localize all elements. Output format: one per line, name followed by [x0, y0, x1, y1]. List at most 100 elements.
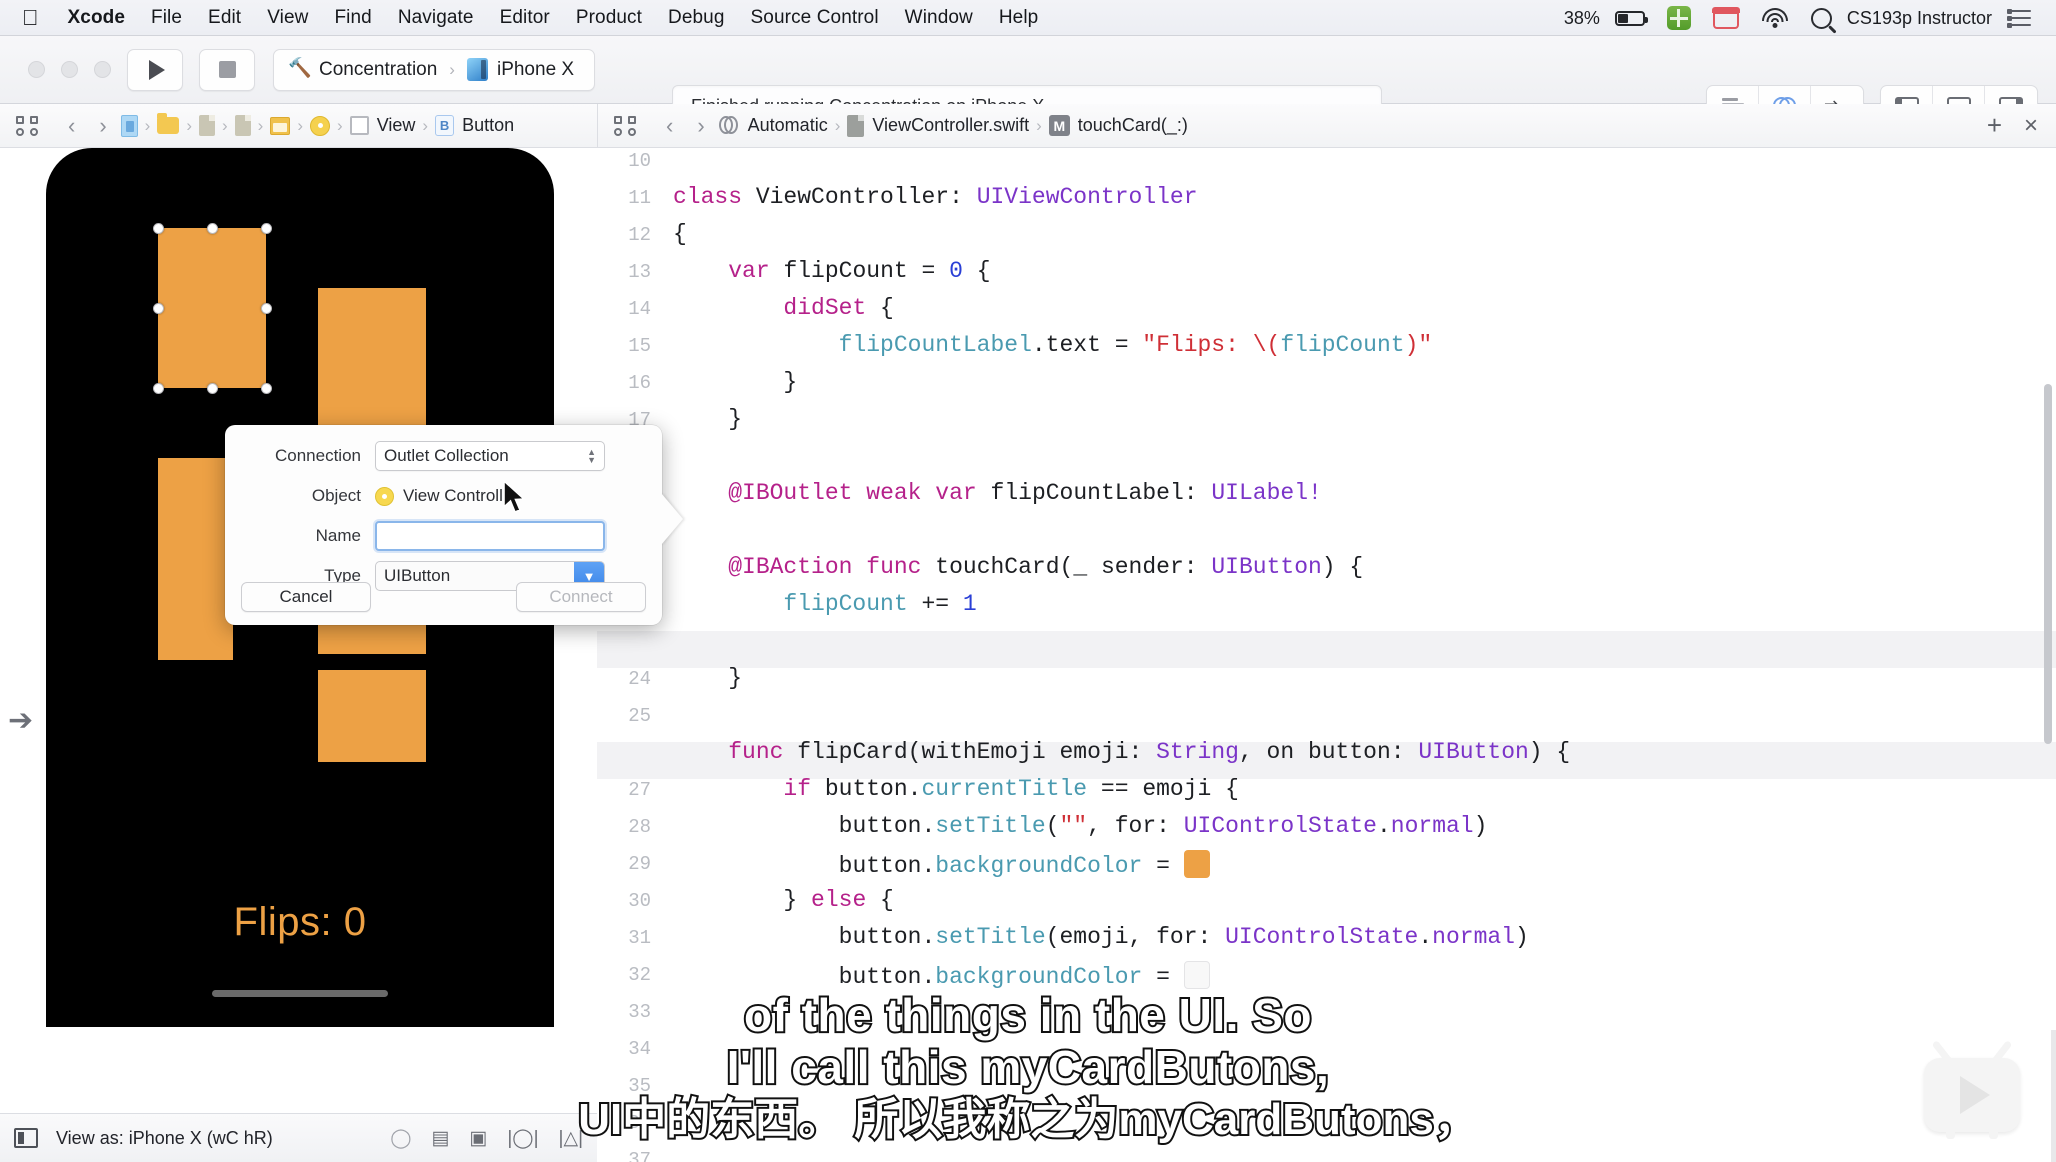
breadcrumb-button-label: Button [462, 115, 515, 135]
menu-item-help[interactable]: Help [986, 7, 1051, 29]
apple-menu-icon[interactable]:  [22, 6, 39, 29]
control-center-icon[interactable] [1996, 0, 2042, 36]
play-icon [148, 59, 165, 80]
toggle-document-outline-icon[interactable] [14, 1128, 38, 1148]
breadcrumb-file-1[interactable] [197, 115, 217, 136]
stepper-arrows-icon[interactable]: ▲ ▼ [587, 448, 596, 465]
view-as-label[interactable]: View as: iPhone X (wC hR) [56, 1128, 273, 1149]
play-triangle-icon [1960, 1076, 1990, 1114]
line-number: 29 [628, 853, 651, 875]
resolve-issues-icon[interactable]: |△| [559, 1127, 583, 1150]
connection-select-value: Outlet Collection [384, 446, 509, 465]
connection-select[interactable]: Outlet Collection ▲ ▼ [375, 441, 605, 471]
selection-handle[interactable] [206, 382, 218, 394]
zoom-window-button[interactable] [94, 61, 111, 78]
battery-icon[interactable] [1604, 0, 1656, 36]
close-editor-button[interactable]: × [2024, 112, 2038, 140]
code-line-27: if button.currentTitle == emoji { [783, 776, 1239, 802]
breadcrumb-separator-icon: › [222, 115, 228, 135]
breadcrumb-folder[interactable] [155, 113, 181, 134]
code-line-28: button.setTitle("", for: UIControlState.… [838, 813, 1488, 839]
name-label: Name [315, 526, 361, 545]
menu-item-product[interactable]: Product [563, 7, 655, 29]
breadcrumb-storyboard[interactable] [268, 116, 292, 135]
code-line-24: } [728, 665, 743, 691]
minimize-window-button[interactable] [61, 61, 78, 78]
cancel-button[interactable]: Cancel [241, 582, 371, 612]
menu-item-window[interactable]: Window [892, 7, 986, 29]
card-button-3[interactable] [158, 458, 233, 660]
selection-handle[interactable] [206, 222, 218, 234]
close-window-button[interactable] [28, 61, 45, 78]
menu-item-source-control[interactable]: Source Control [738, 7, 892, 29]
forward-button[interactable]: › [87, 113, 118, 139]
name-input[interactable] [375, 521, 605, 551]
breadcrumb-button[interactable]: B Button [433, 115, 516, 136]
code-line-26: func flipCard(withEmoji emoji: String, o… [728, 739, 1571, 765]
editor-scrollbar[interactable] [2044, 384, 2052, 744]
breadcrumb-view[interactable]: View [348, 115, 418, 136]
menu-item-xcode[interactable]: Xcode [55, 7, 139, 29]
code-line-14: didSet { [783, 295, 894, 321]
breadcrumb-automatic[interactable]: Automatic [717, 115, 830, 136]
breadcrumb-file-2[interactable] [233, 115, 253, 136]
object-value[interactable]: View Controller [375, 486, 518, 506]
spotlight-search-icon[interactable] [1800, 0, 1843, 36]
menu-item-editor[interactable]: Editor [487, 7, 563, 29]
color-literal-swatch[interactable] [1183, 850, 1210, 878]
selection-handle[interactable] [260, 302, 272, 314]
selection-handle[interactable] [152, 382, 164, 394]
breadcrumb-separator-icon: › [422, 115, 429, 135]
scheme-selector[interactable]: 🔨 Concentration › iPhone X [273, 48, 596, 91]
line-number: 15 [628, 335, 651, 357]
wifi-icon[interactable] [1750, 0, 1800, 36]
reveal-navigator-arrow-icon[interactable]: ➔ [8, 703, 33, 738]
breadcrumb-automatic-label: Automatic [747, 115, 828, 135]
code-line-13: var flipCount = 0 { [728, 258, 991, 284]
code-line-15: flipCountLabel.text = "Flips: \(flipCoun… [838, 332, 1433, 358]
view-controller-icon [375, 486, 394, 506]
stop-button[interactable] [199, 48, 255, 91]
menu-bar-user-label[interactable]: CS193p Instructor [1843, 8, 1996, 29]
code-text[interactable]: class ViewController: UIViewController {… [659, 148, 2056, 1162]
related-items-icon[interactable] [614, 115, 636, 136]
back-button[interactable]: ‹ [56, 113, 87, 139]
automatic-icon [718, 115, 740, 136]
right-edge-strip [2051, 1030, 2056, 1162]
selection-handle[interactable] [260, 382, 272, 394]
back-button[interactable]: ‹ [654, 113, 685, 139]
breadcrumb-method[interactable]: M touchCard(_:) [1047, 115, 1190, 136]
selection-handle[interactable] [152, 302, 164, 314]
evernote-icon[interactable] [1656, 0, 1702, 36]
code-line-12: { [673, 221, 687, 247]
card-button-1[interactable] [158, 228, 266, 388]
menu-item-find[interactable]: Find [321, 7, 384, 29]
selection-handle[interactable] [260, 222, 272, 234]
breadcrumb-method-label: touchCard(_:) [1077, 115, 1188, 135]
breadcrumb-project[interactable] [119, 114, 140, 137]
folder-icon [157, 113, 180, 134]
update-frames-icon[interactable]: ◯ [390, 1127, 411, 1150]
embed-in-icon[interactable]: ▤ [431, 1127, 449, 1150]
run-button[interactable] [127, 48, 183, 91]
forward-button[interactable]: › [685, 113, 716, 139]
align-icon[interactable]: ▣ [469, 1127, 487, 1150]
red-app-icon[interactable] [1702, 0, 1750, 36]
source-code-editor[interactable]: 10 11 12 13 14 15 16 17 18 19 20 21 22 2… [597, 148, 2056, 1162]
connection-popover[interactable]: Connection Outlet Collection ▲ ▼ Object V… [225, 425, 662, 625]
related-items-icon[interactable] [16, 115, 38, 136]
menu-item-debug[interactable]: Debug [655, 7, 738, 29]
card-button-4[interactable] [318, 670, 426, 762]
menu-item-edit[interactable]: Edit [195, 7, 254, 29]
connection-label: Connection [274, 446, 361, 465]
menu-item-navigate[interactable]: Navigate [385, 7, 487, 29]
selection-handle[interactable] [152, 222, 164, 234]
menu-item-view[interactable]: View [254, 7, 321, 29]
line-number: 27 [628, 779, 651, 801]
pin-icon[interactable]: |◯| [507, 1127, 538, 1150]
add-editor-button[interactable]: + [1987, 110, 2002, 141]
color-literal-swatch[interactable] [1183, 961, 1210, 989]
breadcrumb-view-controller[interactable] [308, 115, 332, 136]
breadcrumb-swift-file[interactable]: ViewController.swift [845, 114, 1031, 137]
menu-item-file[interactable]: File [138, 7, 195, 29]
